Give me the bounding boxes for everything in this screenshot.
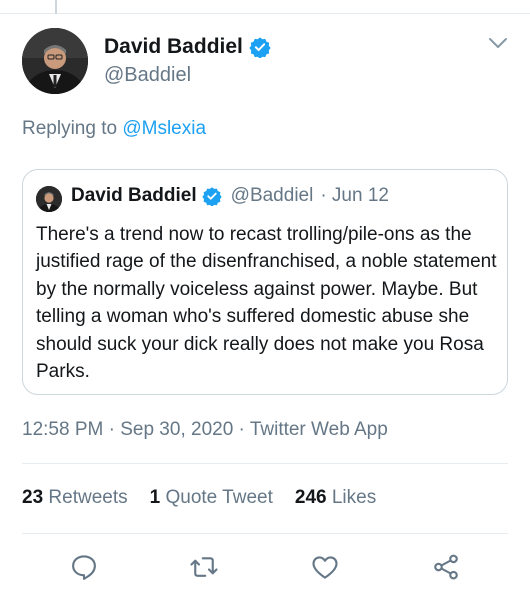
author-handle[interactable]: @Baddiel — [104, 64, 191, 87]
meta-separator: · — [238, 419, 245, 440]
quotes-stat[interactable]: 1 Quote Tweet — [150, 487, 273, 509]
replying-prefix: Replying to — [22, 118, 118, 139]
likes-count: 246 — [294, 487, 327, 508]
retweets-count: 23 — [22, 487, 44, 508]
quotes-count: 1 — [149, 487, 161, 508]
share-icon[interactable] — [431, 552, 461, 582]
quoted-date: · Jun 12 — [320, 185, 389, 206]
meta-separator: · — [108, 419, 115, 440]
chevron-down-icon[interactable] — [486, 34, 510, 52]
likes-stat[interactable]: 246 Likes — [295, 487, 376, 509]
verified-icon — [249, 37, 271, 58]
quoted-author-handle: @Baddiel — [230, 185, 314, 206]
retweets-stat[interactable]: 23 Retweets — [22, 487, 128, 509]
author-name[interactable]: David Baddiel — [104, 35, 271, 59]
tweet-time[interactable]: 12:58 PM — [22, 419, 103, 440]
divider — [22, 463, 508, 464]
quoted-author-name: David Baddiel — [71, 185, 197, 206]
retweet-icon[interactable] — [189, 552, 219, 582]
quoted-tweet[interactable]: David Baddiel @Baddiel · Jun 12 There's … — [22, 169, 508, 395]
thread-line — [55, 0, 57, 14]
quoted-text: There's a trend now to recast trolling/p… — [36, 224, 497, 383]
avatar[interactable] — [22, 28, 88, 94]
top-divider — [0, 0, 530, 14]
verified-icon — [201, 187, 222, 206]
action-bar — [0, 552, 530, 586]
like-icon[interactable] — [310, 552, 340, 582]
likes-label: Likes — [331, 487, 377, 508]
author-name-text: David Baddiel — [104, 35, 243, 58]
tweet-stats: 23 Retweets 1 Quote Tweet 246 Likes — [22, 487, 376, 509]
quoted-avatar — [36, 186, 62, 212]
tweet-source[interactable]: Twitter Web App — [250, 419, 388, 440]
replying-to: Replying to @Mslexia — [22, 118, 206, 140]
reply-icon[interactable] — [69, 552, 99, 582]
retweets-label: Retweets — [48, 487, 128, 508]
mention-link[interactable]: @Mslexia — [122, 118, 206, 139]
divider — [22, 533, 508, 534]
tweet-date[interactable]: Sep 30, 2020 — [120, 419, 233, 440]
quoted-header: David Baddiel @Baddiel · Jun 12 — [71, 185, 389, 207]
tweet-meta: 12:58 PM · Sep 30, 2020 · Twitter Web Ap… — [22, 419, 388, 441]
quotes-label: Quote Tweet — [165, 487, 273, 508]
